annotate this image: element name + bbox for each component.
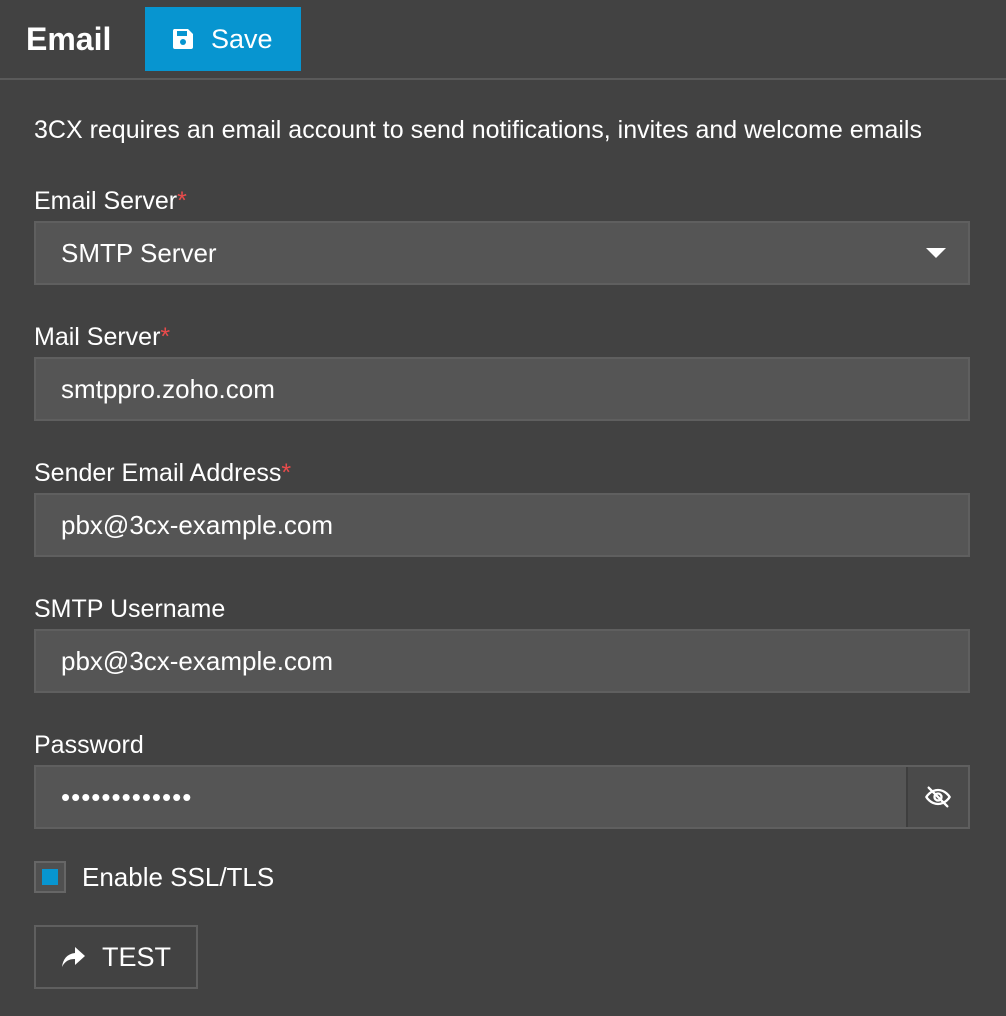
intro-text: 3CX requires an email account to send no… — [34, 116, 922, 144]
smtp-username-label: SMTP Username — [34, 595, 226, 623]
share-arrow-icon — [62, 947, 85, 967]
email-server-value: SMTP Server — [61, 237, 217, 268]
password-input[interactable] — [36, 767, 908, 827]
smtp-username-field[interactable] — [34, 629, 970, 693]
save-button[interactable]: Save — [145, 7, 301, 71]
sender-email-field[interactable] — [34, 493, 970, 557]
password-field[interactable] — [34, 765, 970, 829]
required-marker: * — [177, 187, 187, 215]
mail-server-field[interactable] — [34, 357, 970, 421]
test-label: TEST — [102, 941, 172, 972]
floppy-disk-icon — [172, 29, 193, 49]
eye-slash-icon — [925, 786, 951, 808]
ssl-checkbox-label: Enable SSL/TLS — [82, 862, 275, 892]
checkbox-checked-mark — [42, 869, 58, 885]
caret-down-icon — [926, 248, 946, 258]
toggle-password-visibility-button[interactable] — [906, 767, 968, 827]
save-label: Save — [211, 23, 273, 54]
smtp-username-input[interactable] — [36, 631, 968, 691]
required-marker: * — [160, 323, 171, 351]
mail-server-input[interactable] — [36, 359, 968, 419]
sender-email-label: Sender Email Address* — [34, 459, 292, 487]
page-title: Email — [26, 21, 112, 57]
email-server-label: Email Server* — [34, 187, 187, 215]
password-label: Password — [34, 731, 144, 759]
ssl-checkbox[interactable] — [34, 861, 66, 893]
test-button[interactable]: TEST — [34, 925, 198, 989]
sender-email-input[interactable] — [36, 495, 968, 555]
email-server-select[interactable]: SMTP Server — [34, 221, 970, 285]
page-header: Email Save — [0, 0, 1006, 80]
mail-server-label: Mail Server* — [34, 323, 171, 351]
required-marker: * — [281, 459, 292, 487]
